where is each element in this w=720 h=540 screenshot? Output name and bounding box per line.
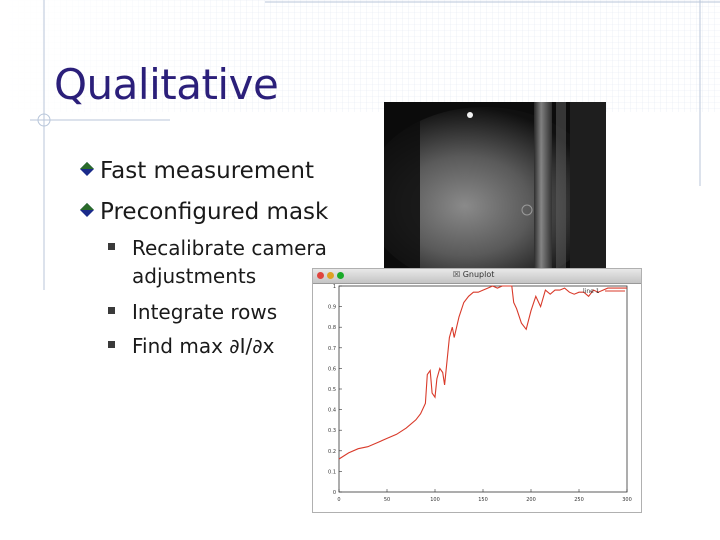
legend: line 1	[583, 288, 625, 295]
sub-bullet-item: Integrate rows	[108, 298, 308, 328]
series-line-1	[338, 285, 627, 460]
y-tick-label: 0.9	[328, 305, 336, 311]
x-tick-label: 200	[526, 497, 536, 503]
x-tick-label: 100	[430, 497, 440, 503]
square-bullet-icon	[108, 243, 115, 250]
close-icon[interactable]	[317, 272, 324, 279]
minimize-icon[interactable]	[327, 272, 334, 279]
sub-bullet-text: Find max ∂I/∂x	[132, 334, 275, 358]
x-tick-label: 150	[478, 497, 488, 503]
sub-bullet-text: Integrate rows	[132, 300, 278, 324]
slide-title: Qualitative	[54, 60, 279, 109]
square-bullet-icon	[108, 341, 115, 348]
x-tick-label: 250	[574, 497, 584, 503]
x-tick-label: 50	[384, 497, 390, 503]
y-tick-label: 0.6	[328, 366, 336, 372]
plot-border	[338, 285, 628, 493]
gnuplot-window[interactable]: ☒ Gnuplot 0 0.1 0.2 0.3 0.4 0.5 0.6 0.7 0.8 0.9 1 …	[312, 268, 642, 513]
maximize-icon[interactable]	[337, 272, 344, 279]
y-tick-label: 0	[333, 490, 336, 496]
x-tick-labels: 0 50 100 150 200 250 300	[337, 489, 632, 503]
y-tick-label: 0.3	[328, 428, 336, 434]
bullet-text: Preconfigured mask	[100, 199, 329, 225]
y-tick-labels: 0 0.1 0.2 0.3 0.4 0.5 0.6 0.7 0.8 0.9 1	[328, 284, 342, 496]
sub-bullet-item: Recalibrate camera adjustments	[108, 234, 328, 294]
y-tick-label: 0.7	[328, 346, 336, 352]
window-title-text: Gnuplot	[462, 270, 495, 279]
bullet-text: Fast measurement	[100, 158, 314, 184]
y-tick-label: 0.2	[328, 449, 336, 455]
y-tick-label: 0.8	[328, 325, 336, 331]
y-tick-label: 0.4	[328, 408, 336, 414]
x-tick-label: 0	[337, 497, 340, 503]
gnuplot-chart: 0 0.1 0.2 0.3 0.4 0.5 0.6 0.7 0.8 0.9 1 0 50 100 150 2…	[328, 284, 632, 503]
bullet-item: Preconfigured mask	[80, 199, 328, 225]
close-icon: ☒	[453, 270, 461, 279]
window-titlebar[interactable]: ☒ Gnuplot	[313, 269, 641, 284]
square-bullet-icon	[108, 307, 115, 314]
y-tick-label: 0.5	[328, 387, 336, 393]
sub-bullet-text: Recalibrate camera adjustments	[132, 236, 327, 288]
sub-bullet-item: Find max ∂I/∂x	[108, 332, 308, 362]
y-tick-label: 0.1	[328, 469, 336, 475]
chart-axes	[338, 285, 628, 493]
bullet-item: Fast measurement	[80, 158, 314, 184]
camera-image	[384, 102, 606, 270]
x-tick-label: 300	[622, 497, 632, 503]
diamond-bullet-icon	[80, 162, 94, 176]
legend-label: line 1	[583, 288, 600, 295]
window-title: ☒ Gnuplot	[453, 270, 494, 279]
y-tick-label: 1	[333, 284, 336, 290]
diamond-bullet-icon	[80, 203, 94, 217]
